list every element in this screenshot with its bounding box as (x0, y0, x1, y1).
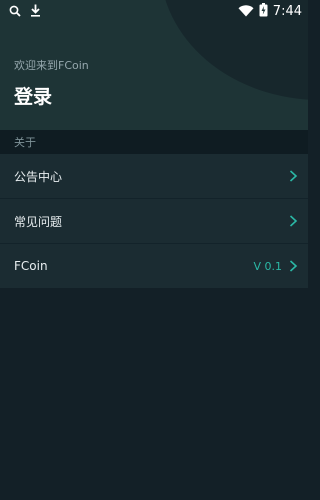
search-icon (9, 2, 21, 21)
status-time: 7:44 (272, 3, 302, 19)
section-title-about: 关于 (0, 130, 308, 154)
chevron-right-icon (288, 215, 298, 227)
download-icon (30, 2, 41, 21)
app-header: 7:44 欢迎来到FCoin 登录 (0, 0, 308, 130)
menu-item-label: 公告中心 (14, 169, 63, 184)
login-button[interactable]: 登录 (14, 82, 308, 109)
wifi-icon (238, 2, 254, 21)
menu-item-label: 常见问题 (14, 214, 63, 229)
welcome-text: 欢迎来到FCoin (14, 59, 89, 72)
menu-item-faq[interactable]: 常见问题 (0, 199, 308, 244)
about-list: 公告中心 常见问题 FCoin V 0.1 (0, 154, 308, 288)
battery-charging-icon (259, 2, 268, 21)
version-text: V 0.1 (253, 259, 282, 273)
status-bar: 7:44 (0, 0, 308, 22)
menu-item-announcements[interactable]: 公告中心 (0, 154, 308, 199)
menu-item-fcoin-version[interactable]: FCoin V 0.1 (0, 244, 308, 288)
menu-item-label: FCoin (14, 259, 48, 273)
chevron-right-icon (288, 260, 298, 272)
chevron-right-icon (288, 170, 298, 182)
